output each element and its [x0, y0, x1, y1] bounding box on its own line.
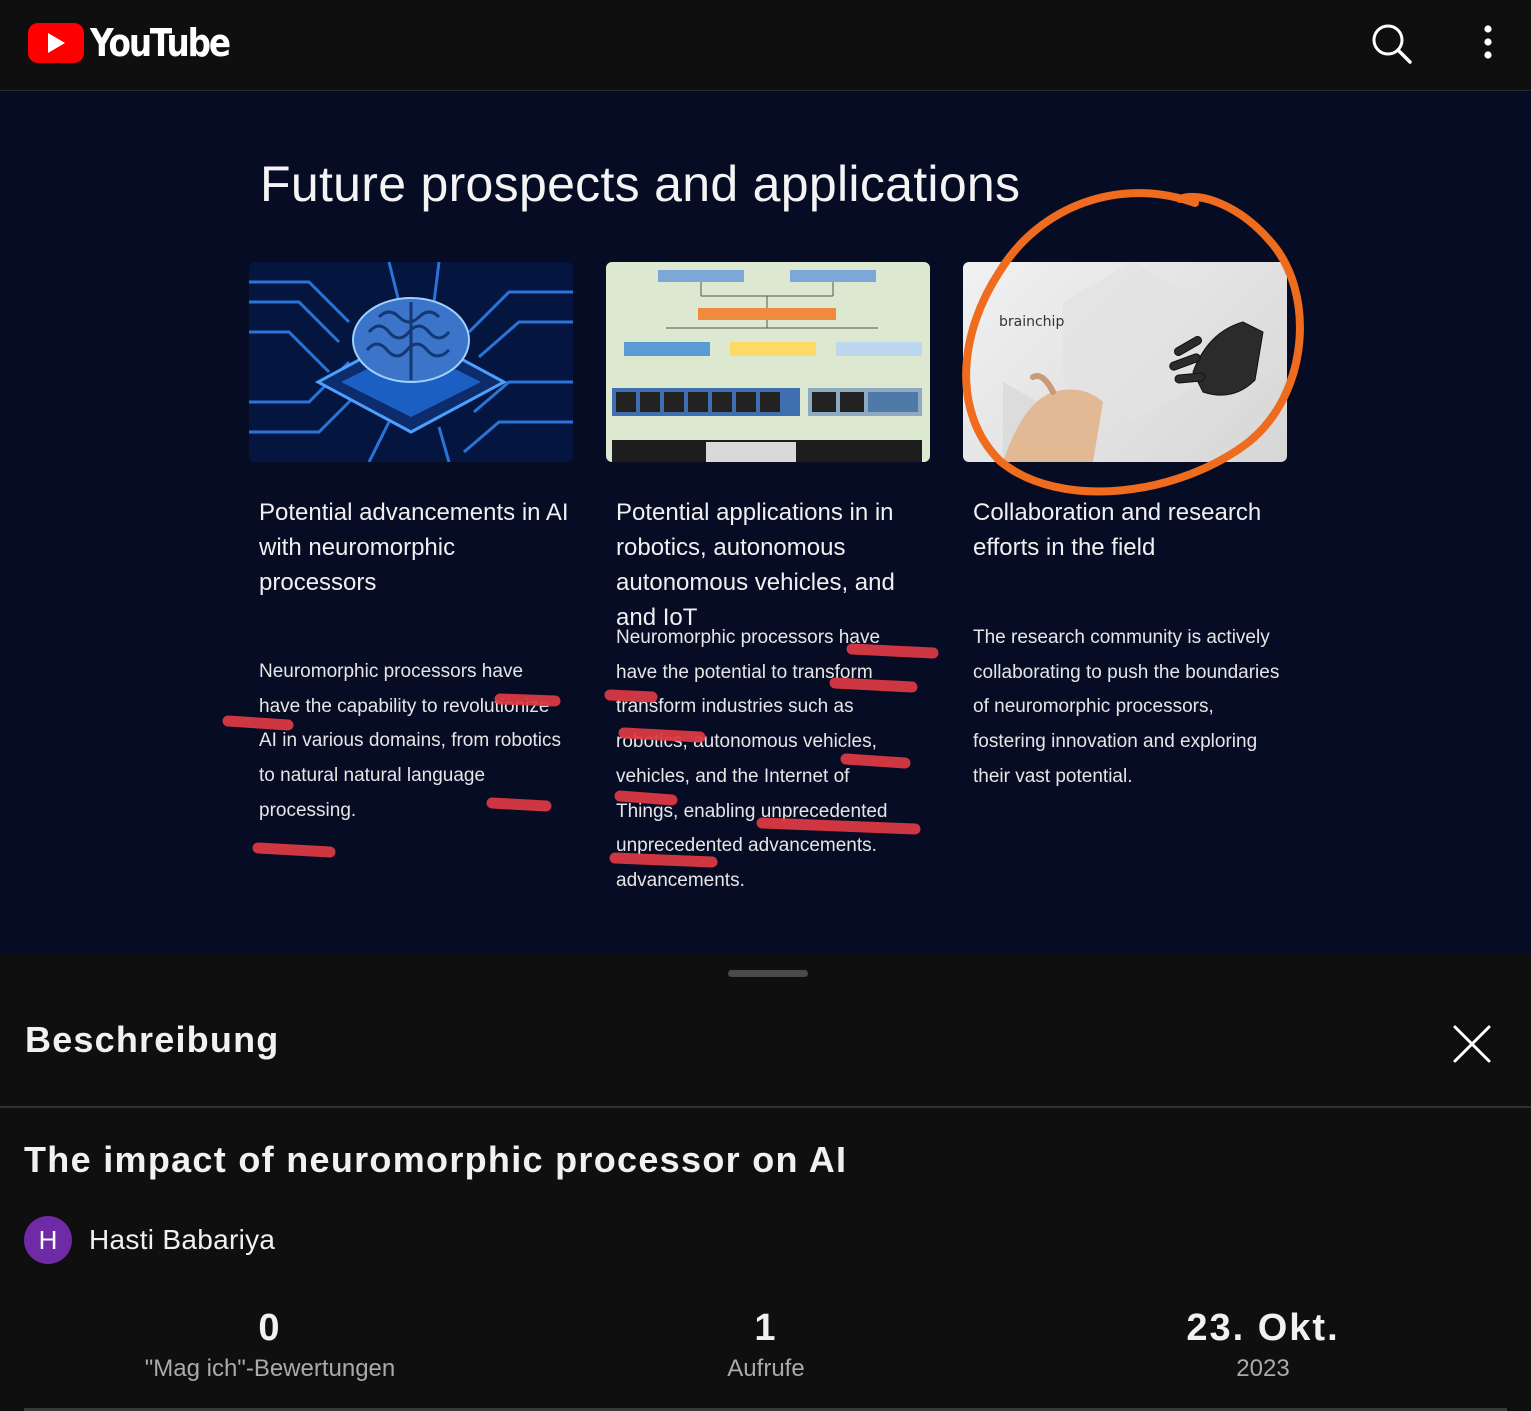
brainchip-logo: brainchip: [999, 314, 1065, 330]
avatar[interactable]: H: [24, 1216, 72, 1264]
video-player[interactable]: Future prospects and applications brainc…: [0, 91, 1531, 953]
views-stat: 1 Aufrufe: [556, 1307, 976, 1384]
brain-chip-image: [249, 262, 573, 462]
top-app-bar: YouTube: [0, 0, 1531, 91]
slide-title: Future prospects and applications: [260, 156, 1021, 212]
youtube-wordmark: YouTube: [90, 21, 231, 65]
likes-stat: 0 "Mag ich"-Bewertungen: [60, 1307, 480, 1384]
column-2-body: Neuromorphic processors have have the po…: [616, 627, 888, 891]
channel-name[interactable]: Hasti Babariya: [89, 1224, 275, 1256]
likes-count: 0: [258, 1307, 282, 1349]
upload-year: 2023: [1236, 1355, 1290, 1382]
drag-handle[interactable]: [728, 970, 808, 977]
column-3-body: The research community is actively colla…: [973, 627, 1280, 787]
description-header: Beschreibung: [25, 1019, 280, 1060]
video-title: The impact of neuromorphic processor on …: [24, 1139, 848, 1180]
column-1-heading: Potential advancements in AI with neurom…: [259, 499, 569, 596]
column-3-heading: Collaboration and research efforts in th…: [973, 499, 1262, 561]
event-processing-diagram-image: [606, 262, 930, 462]
youtube-logo[interactable]: YouTube: [28, 21, 251, 65]
column-1-body: Neuromorphic processors have have the ca…: [259, 661, 562, 821]
close-icon[interactable]: [1448, 1020, 1496, 1068]
robot-hand-image: brainchip: [963, 262, 1287, 462]
views-label: Aufrufe: [727, 1355, 805, 1382]
upload-date-stat: 23. Okt. 2023: [1053, 1307, 1473, 1384]
views-count: 1: [754, 1307, 778, 1349]
description-panel: Beschreibung The impact of neuromorphic …: [0, 953, 1531, 1411]
youtube-play-icon: [28, 23, 84, 63]
search-icon[interactable]: [1368, 20, 1416, 68]
more-vert-icon[interactable]: [1466, 20, 1510, 68]
likes-label: "Mag ich"-Bewertungen: [144, 1355, 396, 1382]
channel-link[interactable]: H Hasti Babariya: [24, 1216, 275, 1264]
upload-date: 23. Okt.: [1186, 1307, 1340, 1349]
column-2-heading: Potential applications in in robotics, a…: [616, 499, 895, 631]
divider: [0, 1106, 1531, 1108]
